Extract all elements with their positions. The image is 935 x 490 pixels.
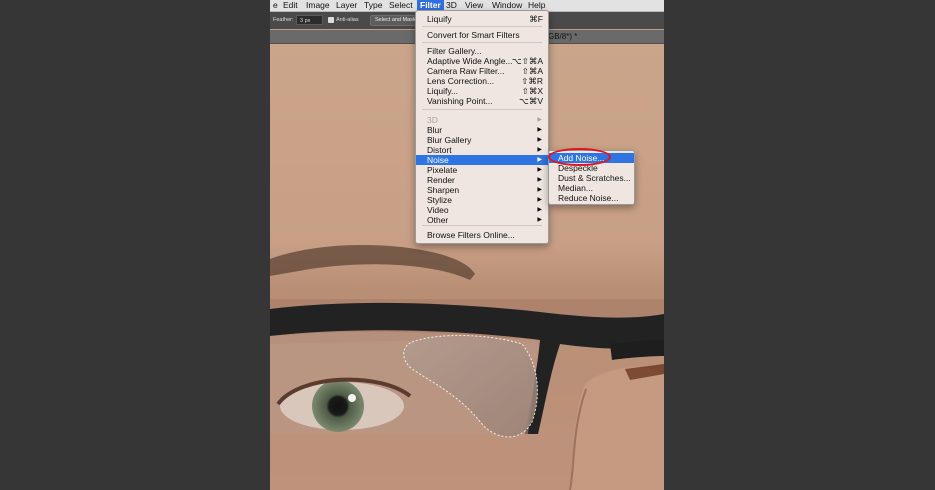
document-tab-title[interactable]: GB/8*) * [548,32,577,41]
filter-menu-item-camera-raw-filter[interactable]: Camera Raw Filter... ⇧⌘A [416,66,548,76]
menu-item-label: Liquify... [427,86,459,96]
menu-item-label: Distort [427,145,452,155]
menu-item-label: Blur [427,125,443,135]
noise-submenu-item-median[interactable]: Median... [549,183,634,193]
submenu-arrow-icon: ▶ [537,217,542,223]
menu-item-label: Blur Gallery [427,135,472,145]
menu-item-label: Median... [558,183,593,193]
menu-item-label: Dust & Scratches... [558,173,631,183]
menu-item-shortcut: ⌥⇧⌘A [511,56,543,66]
menu-item-label: Filter Gallery... [427,46,482,56]
filter-menu-dropdown: Liquify ⌘F Convert for Smart Filters Filter… [415,10,549,244]
filter-menu-item-filter-gallery[interactable]: Filter Gallery... [416,46,548,56]
menu-item-shortcut: ⇧⌘A [521,66,543,76]
feather-input[interactable]: 3 px [296,15,323,25]
menu-item-label: Video [427,205,449,215]
menu-image[interactable]: Image [303,0,333,11]
menu-item-label: Vanishing Point... [427,96,493,106]
filter-menu-item-pixelate[interactable]: Pixelate ▶ [416,165,548,175]
noise-submenu-item-reduce-noise[interactable]: Reduce Noise... [549,193,634,203]
menu-item-label: Sharpen [427,185,460,195]
menu-item-shortcut: ⇧⌘X [521,86,543,96]
antialias-label: Anti-alias [336,17,359,23]
filter-menu-item-noise[interactable]: Noise ▶ [416,155,548,165]
filter-menu-item-liquify[interactable]: Liquify... ⇧⌘X [416,86,548,96]
submenu-arrow-icon: ▶ [537,157,542,163]
filter-menu-item-lens-correction[interactable]: Lens Correction... ⇧⌘R [416,76,548,86]
menu-separator [422,109,542,110]
menu-item-label: Convert for Smart Filters [427,30,520,40]
filter-menu-item-blur[interactable]: Blur ▶ [416,125,548,135]
select-and-mask-button[interactable]: Select and Mask... [370,15,418,26]
filter-menu-item-3d: 3D ▶ [416,115,548,125]
menu-item-label: Other [427,215,449,225]
menu-separator [422,42,542,43]
noise-submenu-item-dust-scratches[interactable]: Dust & Scratches... [549,173,634,183]
menu-separator [422,225,542,226]
filter-menu-item-adaptive-wide-angle[interactable]: Adaptive Wide Angle... ⌥⇧⌘A [416,56,548,66]
menu-layer[interactable]: Layer [333,0,360,11]
filter-menu-item-render[interactable]: Render ▶ [416,175,548,185]
filter-menu-item-distort[interactable]: Distort ▶ [416,145,548,155]
feather-label: Feather: [273,17,294,23]
submenu-arrow-icon: ▶ [537,207,542,213]
menu-item-label: Lens Correction... [427,76,495,86]
submenu-arrow-icon: ▶ [537,187,542,193]
filter-menu-item-browse-filters-online[interactable]: Browse Filters Online... [416,230,548,240]
menu-item-label: Render [427,175,455,185]
submenu-arrow-icon: ▶ [537,167,542,173]
menu-select[interactable]: Select [386,0,416,11]
submenu-arrow-icon: ▶ [537,127,542,133]
menu-item-label: Adaptive Wide Angle... [427,56,513,66]
submenu-arrow-icon: ▶ [537,137,542,143]
submenu-arrow-icon: ▶ [537,147,542,153]
filter-menu-item-vanishing-point[interactable]: Vanishing Point... ⌥⌘V [416,96,548,106]
menu-item-label: Liquify [427,14,452,24]
annotation-highlight-ring [548,148,611,166]
antialias-checkbox[interactable] [328,17,334,23]
menu-item-shortcut: ⇧⌘R [521,76,543,86]
menu-item-shortcut: ⌘F [529,14,543,24]
menu-item-label: Browse Filters Online... [427,230,515,240]
menu-item-label: Pixelate [427,165,458,175]
filter-menu-item-other[interactable]: Other ▶ [416,215,548,225]
menu-edit[interactable]: Edit [280,0,301,11]
submenu-arrow-icon: ▶ [537,177,542,183]
filter-menu-item-blur-gallery[interactable]: Blur Gallery ▶ [416,135,548,145]
filter-menu-item-stylize[interactable]: Stylize ▶ [416,195,548,205]
filter-menu-item-video[interactable]: Video ▶ [416,205,548,215]
filter-menu-item-convert-for-smart-filters[interactable]: Convert for Smart Filters [416,30,548,40]
filter-menu-item-sharpen[interactable]: Sharpen ▶ [416,185,548,195]
menu-item-label: Camera Raw Filter... [427,66,505,76]
submenu-arrow-icon: ▶ [537,197,542,203]
menu-type[interactable]: Type [361,0,385,11]
menu-item-label: Noise [427,155,449,165]
submenu-arrow-icon: ▶ [537,117,542,123]
menu-item-label: Reduce Noise... [558,193,619,203]
menu-item-shortcut: ⌥⌘V [519,96,543,106]
menu-item-label: 3D [427,115,438,125]
menu-separator [422,26,542,27]
menu-item-label: Stylize [427,195,453,205]
filter-menu-item-liquify[interactable]: Liquify ⌘F [416,14,548,24]
